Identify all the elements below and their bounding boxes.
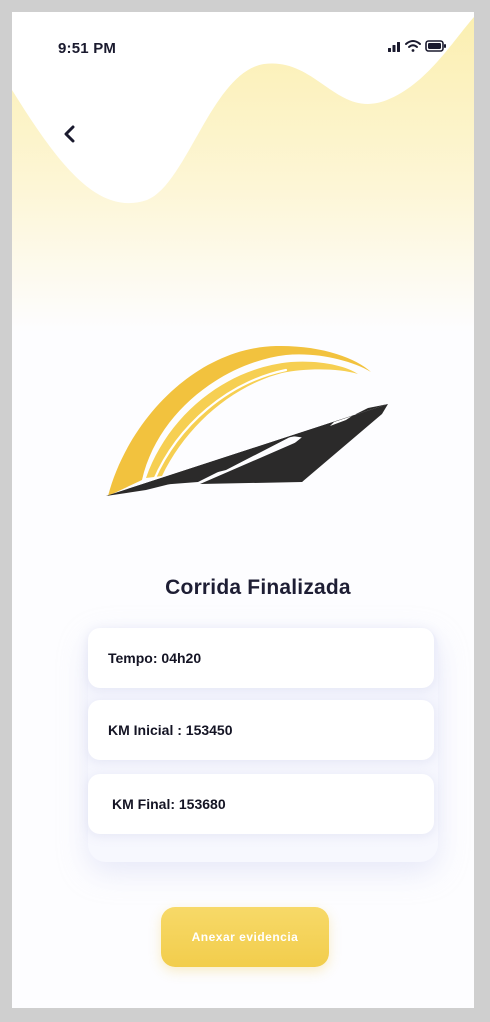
- info-card-time-label: Tempo: 04h20: [108, 650, 202, 666]
- road-logo-icon: [106, 345, 388, 496]
- back-button[interactable]: [56, 120, 84, 148]
- info-card-initial-km: KM Inicial : 153450: [88, 700, 434, 760]
- attach-evidence-button-label: Anexar evidencia: [191, 930, 299, 944]
- info-card-time: Tempo: 04h20: [88, 628, 434, 688]
- status-bar: 9:51 PM: [12, 12, 474, 82]
- info-card-final-km: KM Final: 153680: [88, 774, 434, 834]
- status-time: 9:51 PM: [58, 40, 117, 57]
- signal-icon: [388, 42, 400, 52]
- wifi-icon: [405, 40, 421, 52]
- app-screen: 9:51 PM Corrida Finalizada Tempo: 04h20 …: [12, 12, 474, 1008]
- page-title: Corrida Finalizada: [165, 576, 351, 599]
- chevron-left-icon: [64, 125, 75, 143]
- info-card-final-km-label: KM Final: 153680: [112, 796, 226, 812]
- battery-icon: [425, 40, 446, 52]
- info-card-initial-km-label: KM Inicial : 153450: [108, 722, 233, 738]
- status-icons: [388, 40, 446, 52]
- attach-evidence-button[interactable]: Anexar evidencia: [161, 907, 329, 967]
- ride-summary: Tempo: 04h20 KM Inicial : 153450 KM Fina…: [88, 628, 438, 862]
